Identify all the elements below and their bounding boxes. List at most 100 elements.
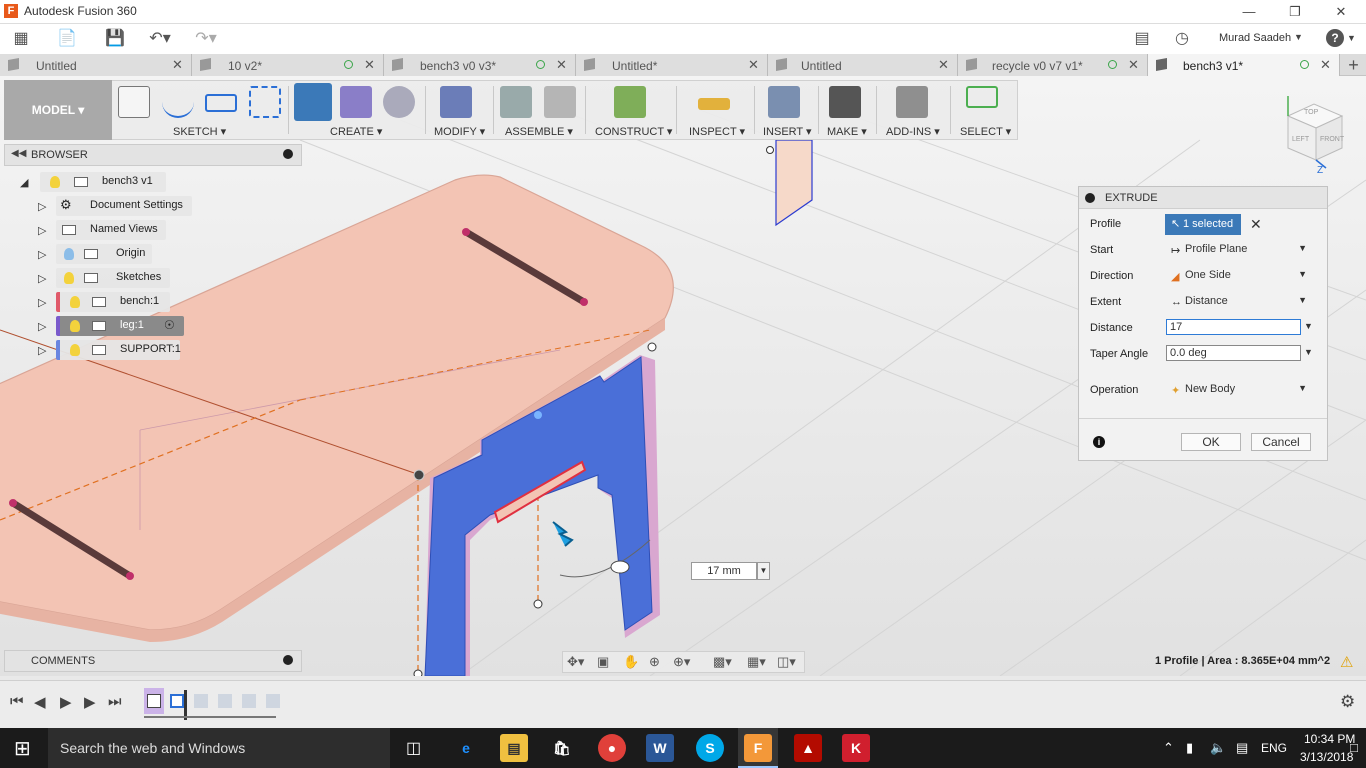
construct-menu[interactable]: CONSTRUCT ▾ bbox=[595, 125, 672, 138]
timeline-sketch-icon[interactable] bbox=[147, 694, 161, 708]
task-view-icon[interactable]: ◫ bbox=[406, 738, 421, 758]
rectangle-icon[interactable] bbox=[205, 94, 237, 112]
browser-item-sketches[interactable]: Sketches bbox=[56, 268, 170, 288]
collapse-icon[interactable] bbox=[1085, 193, 1095, 203]
visibility-bulb-icon[interactable] bbox=[50, 176, 60, 188]
pan-icon[interactable]: ✋ bbox=[623, 654, 639, 670]
assemble-menu[interactable]: ASSEMBLE ▾ bbox=[505, 125, 573, 138]
close-button[interactable]: ✕ bbox=[1318, 2, 1364, 22]
workspace-switcher[interactable]: MODEL ▾ bbox=[4, 80, 112, 140]
collapse-icon[interactable]: ◀◀ bbox=[11, 148, 26, 159]
taper-angle-input[interactable]: 0.0 deg bbox=[1166, 345, 1301, 361]
browser-root-node[interactable]: bench3 v1 bbox=[40, 172, 166, 192]
save-icon[interactable]: 💾 bbox=[104, 28, 126, 50]
close-icon[interactable]: ✕ bbox=[172, 57, 183, 73]
activate-component-icon[interactable]: ☉ bbox=[164, 318, 175, 332]
battery-icon[interactable]: ▮ bbox=[1186, 740, 1193, 756]
timeline-sketch-icon[interactable] bbox=[170, 694, 184, 708]
chevron-down-icon[interactable]: ▼ bbox=[1304, 347, 1313, 357]
search-box[interactable]: Search the web and Windows bbox=[48, 728, 390, 768]
help-icon[interactable]: ? bbox=[1326, 29, 1344, 47]
word-icon[interactable]: W bbox=[646, 734, 674, 762]
profile-selection[interactable]: ↖ 1 selected bbox=[1165, 214, 1241, 235]
expand-arrow-icon[interactable]: ▷ bbox=[38, 248, 46, 261]
minimize-icon[interactable] bbox=[283, 149, 293, 159]
select-menu[interactable]: SELECT ▾ bbox=[960, 125, 1011, 138]
expand-arrow-icon[interactable]: ▷ bbox=[38, 296, 46, 309]
inspect-menu[interactable]: INSPECT ▾ bbox=[689, 125, 745, 138]
zoom-icon[interactable]: ⊕ bbox=[649, 654, 660, 670]
visibility-bulb-icon[interactable] bbox=[64, 272, 74, 284]
clear-selection-icon[interactable]: ✕ bbox=[1250, 216, 1262, 233]
grid-icon[interactable]: ▦ bbox=[10, 28, 32, 50]
file-explorer-icon[interactable]: ▤ bbox=[500, 734, 528, 762]
tab-untitled[interactable]: Untitled ✕ bbox=[0, 54, 192, 76]
make-menu[interactable]: MAKE ▾ bbox=[827, 125, 867, 138]
minimize-button[interactable]: — bbox=[1226, 2, 1272, 22]
extent-select[interactable]: ↔ Distance ▼ bbox=[1165, 292, 1313, 312]
tab-untitled-2[interactable]: Untitled ✕ bbox=[768, 54, 958, 76]
skype-icon[interactable]: S bbox=[696, 734, 724, 762]
tab-bench3-v0-v3[interactable]: bench3 v0 v3* ✕ bbox=[384, 54, 576, 76]
timeline-extrude-icon[interactable] bbox=[194, 694, 208, 708]
timeline-extrude-icon[interactable] bbox=[218, 694, 232, 708]
revolve-icon[interactable] bbox=[383, 86, 415, 118]
notification-icon[interactable]: □ bbox=[1350, 740, 1358, 755]
close-icon[interactable]: ✕ bbox=[364, 57, 375, 73]
cancel-button[interactable]: Cancel bbox=[1251, 433, 1311, 451]
expand-arrow-icon[interactable]: ▷ bbox=[38, 272, 46, 285]
kaspersky-icon[interactable]: K bbox=[842, 734, 870, 762]
tab-untitled-modified[interactable]: Untitled* ✕ bbox=[576, 54, 768, 76]
create-sketch-icon[interactable] bbox=[118, 86, 150, 118]
create-menu[interactable]: CREATE ▾ bbox=[330, 125, 382, 138]
operation-select[interactable]: ✦ New Body ▼ bbox=[1165, 380, 1313, 400]
grid-settings-icon[interactable]: ▦▾ bbox=[747, 654, 766, 670]
timeline-extrude-icon[interactable] bbox=[242, 694, 256, 708]
redo-icon[interactable]: ↷▾ bbox=[190, 28, 222, 50]
user-chevron-down-icon[interactable]: ▼ bbox=[1294, 32, 1303, 42]
visibility-bulb-icon[interactable] bbox=[70, 344, 80, 356]
clock-time[interactable]: 10:34 PM bbox=[1304, 732, 1355, 746]
insert-image-icon[interactable] bbox=[768, 86, 800, 118]
expand-arrow-icon[interactable]: ▷ bbox=[38, 320, 46, 333]
press-pull-icon[interactable] bbox=[440, 86, 472, 118]
close-icon[interactable]: ✕ bbox=[1320, 57, 1331, 73]
line-icon[interactable] bbox=[162, 86, 194, 118]
visibility-bulb-icon[interactable] bbox=[64, 248, 74, 260]
browser-item-bench[interactable]: bench:1 bbox=[56, 292, 170, 312]
chevron-up-icon[interactable]: ⌃ bbox=[1163, 740, 1174, 756]
viewcube-left-label[interactable]: LEFT bbox=[1292, 136, 1309, 143]
extrude-icon[interactable] bbox=[294, 83, 332, 121]
volume-icon[interactable]: 🔈 bbox=[1210, 740, 1226, 756]
viewcube-front-label[interactable]: FRONT bbox=[1320, 136, 1344, 143]
browser-item-named-views[interactable]: Named Views bbox=[56, 220, 166, 240]
next-step-icon[interactable]: ▶ bbox=[84, 693, 96, 711]
expand-arrow-icon[interactable]: ▷ bbox=[38, 344, 46, 357]
dialog-header[interactable]: EXTRUDE bbox=[1079, 187, 1327, 209]
windows-start-icon[interactable]: ⊞ bbox=[14, 736, 31, 761]
expand-arrow-icon[interactable]: ▷ bbox=[38, 200, 46, 213]
start-select[interactable]: ↦ Profile Plane ▼ bbox=[1165, 240, 1313, 260]
measure-icon[interactable] bbox=[698, 98, 730, 110]
visibility-bulb-icon[interactable] bbox=[70, 296, 80, 308]
chrome-icon[interactable]: ● bbox=[598, 734, 626, 762]
look-at-icon[interactable]: ▣ bbox=[597, 654, 609, 670]
tab-bench3-v1[interactable]: bench3 v1* ✕ bbox=[1148, 54, 1340, 76]
notification-icon[interactable]: ▤ bbox=[1132, 28, 1152, 50]
last-step-icon[interactable]: ⏭ bbox=[108, 693, 122, 710]
zoom-window-icon[interactable]: ⊕▾ bbox=[673, 654, 690, 670]
chevron-down-icon[interactable]: ▼ bbox=[1304, 321, 1313, 331]
action-center-icon[interactable]: ▤ bbox=[1236, 740, 1248, 756]
close-icon[interactable]: ✕ bbox=[748, 57, 759, 73]
dimension-input[interactable]: 17 mm bbox=[691, 562, 757, 580]
play-icon[interactable]: ▶ bbox=[60, 693, 72, 711]
close-icon[interactable]: ✕ bbox=[938, 57, 949, 73]
clock-icon[interactable]: ◷ bbox=[1172, 28, 1192, 50]
restore-button[interactable]: ❐ bbox=[1272, 2, 1318, 22]
viewports-icon[interactable]: ◫▾ bbox=[777, 654, 796, 670]
close-icon[interactable]: ✕ bbox=[1128, 57, 1139, 73]
browser-item-leg[interactable]: leg:1 ☉ bbox=[56, 316, 184, 336]
add-ins-menu[interactable]: ADD-INS ▾ bbox=[886, 125, 940, 138]
clock-date[interactable]: 3/13/2018 bbox=[1300, 750, 1353, 764]
modify-menu[interactable]: MODIFY ▾ bbox=[434, 125, 485, 138]
